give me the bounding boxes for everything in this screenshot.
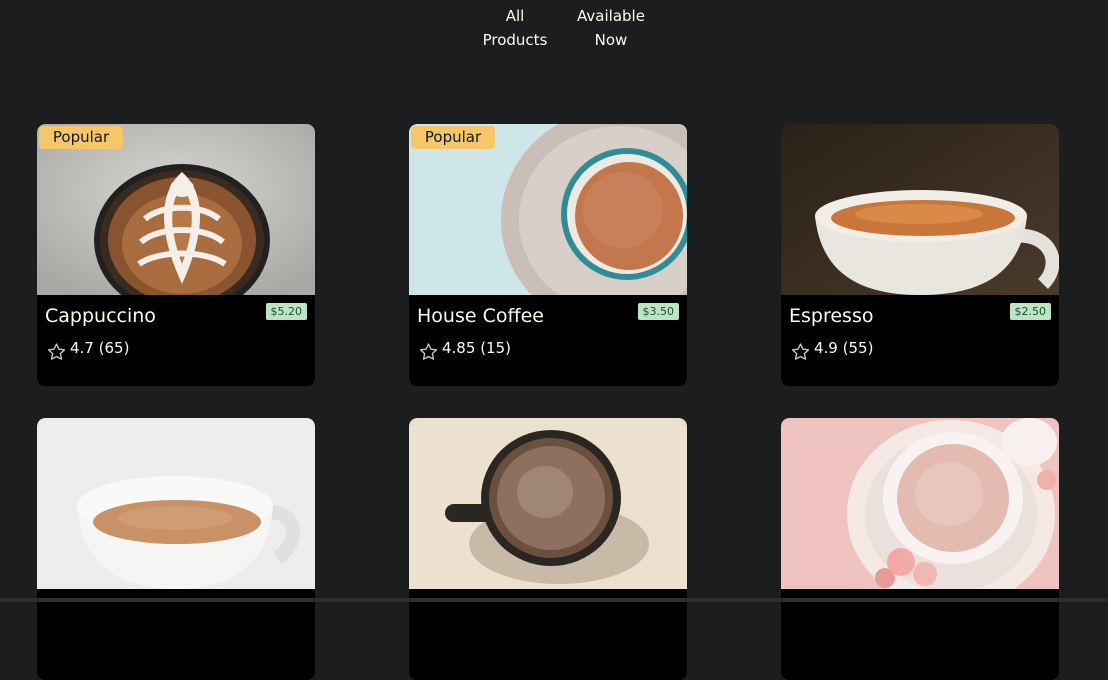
taskbar-strip [0,598,1108,602]
rating-values: 4.9 (55) [814,338,873,358]
popular-badge: Popular [411,126,495,149]
product-grid: Popular Cappuccino $5.20 4.7 (65) Popula… [0,0,1108,680]
rating-values: 4.85 (15) [442,338,511,358]
house-coffee-photo: Popular [409,124,687,295]
product-card[interactable]: Popular Cappuccino $5.20 4.7 (65) [37,124,315,386]
product-name: Espresso [789,305,874,327]
product-card[interactable]: Espresso $2.50 4.9 (55) [781,124,1059,386]
rating-score: 4.9 [814,339,838,357]
rating-count: (15) [480,339,511,357]
rating-count: (65) [98,339,130,357]
rating-score: 4.85 [442,339,476,357]
product-card[interactable] [37,418,315,680]
black-coffee-photo [409,418,687,589]
price-badge: $2.50 [1009,303,1051,320]
product-card[interactable]: Popular House Coffee $3.50 4.85 (15) [409,124,687,386]
star-outline-icon[interactable] [46,342,67,362]
latte-white-cup-photo [37,418,315,589]
price-badge: $5.20 [265,303,307,320]
star-outline-icon[interactable] [790,342,811,362]
star-outline-icon[interactable] [418,342,439,362]
product-name: Cappuccino [45,305,156,327]
rating-score: 4.7 [70,339,94,357]
pink-latte-photo [781,418,1059,589]
product-name: House Coffee [417,305,544,327]
espresso-photo [781,124,1059,295]
rating-count: (55) [842,339,874,357]
cappuccino-photo: Popular [37,124,315,295]
rating-values: 4.7 (65) [70,338,129,358]
popular-badge: Popular [39,126,123,149]
price-badge: $3.50 [637,303,679,320]
product-card[interactable] [781,418,1059,680]
product-card[interactable] [409,418,687,680]
